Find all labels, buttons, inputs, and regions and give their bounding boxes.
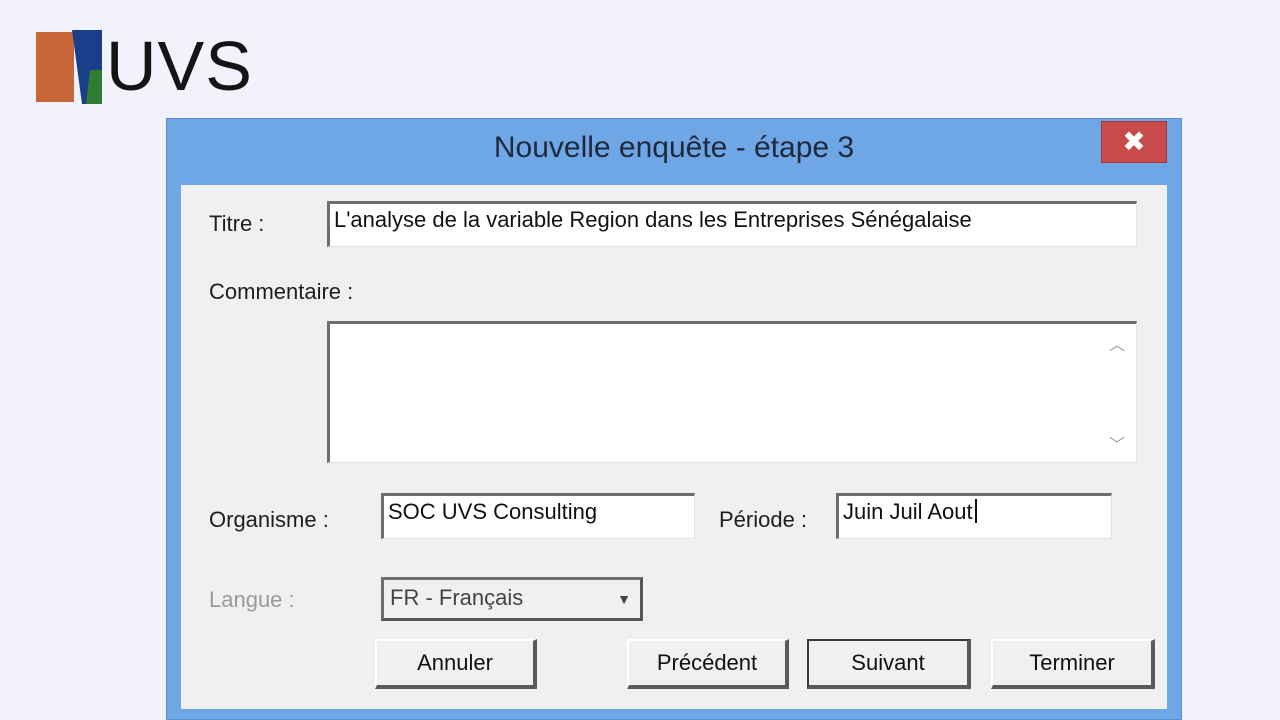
dialog-client-area: Titre : L'analyse de la variable Region …	[181, 185, 1167, 709]
commentaire-textarea[interactable]	[327, 321, 1137, 463]
suivant-button[interactable]: Suivant	[807, 639, 971, 689]
text-caret	[974, 499, 977, 523]
logo-text: UVS	[106, 27, 253, 105]
dialog-title: Nouvelle enquête - étape 3	[493, 131, 855, 164]
scroll-down-icon[interactable]: ﹀	[1109, 431, 1125, 455]
periode-value: Juin Juil Aout	[843, 499, 973, 524]
organisme-label: Organisme :	[209, 507, 329, 532]
periode-label: Période :	[719, 507, 808, 532]
organisme-input[interactable]: SOC UVS Consulting	[381, 493, 695, 539]
annuler-button[interactable]: Annuler	[375, 639, 537, 689]
close-button[interactable]: ✖	[1101, 121, 1167, 163]
titre-input[interactable]: L'analyse de la variable Region dans les…	[327, 201, 1137, 247]
titre-label: Titre :	[209, 211, 265, 236]
close-icon: ✖	[1122, 126, 1146, 157]
terminer-button[interactable]: Terminer	[991, 639, 1155, 689]
langue-label: Langue :	[209, 587, 295, 612]
dropdown-arrow-icon[interactable]: ▼	[612, 586, 636, 612]
precedent-button[interactable]: Précédent	[627, 639, 789, 689]
logo-orange-block	[36, 32, 74, 102]
langue-select[interactable]: FR - Français ▼	[381, 577, 643, 621]
new-survey-dialog: Nouvelle enquête - étape 3 ✖ Titre : L'a…	[166, 118, 1182, 720]
scroll-up-icon[interactable]: ︿	[1109, 331, 1125, 355]
langue-selected-value: FR - Français	[390, 585, 524, 610]
logo-v-mark	[72, 30, 102, 104]
commentaire-scrollbar[interactable]: ︿ ﹀	[1105, 327, 1129, 457]
commentaire-label: Commentaire :	[209, 279, 354, 304]
uvs-logo: UVS	[34, 27, 252, 105]
periode-input[interactable]: Juin Juil Aout	[836, 493, 1112, 539]
